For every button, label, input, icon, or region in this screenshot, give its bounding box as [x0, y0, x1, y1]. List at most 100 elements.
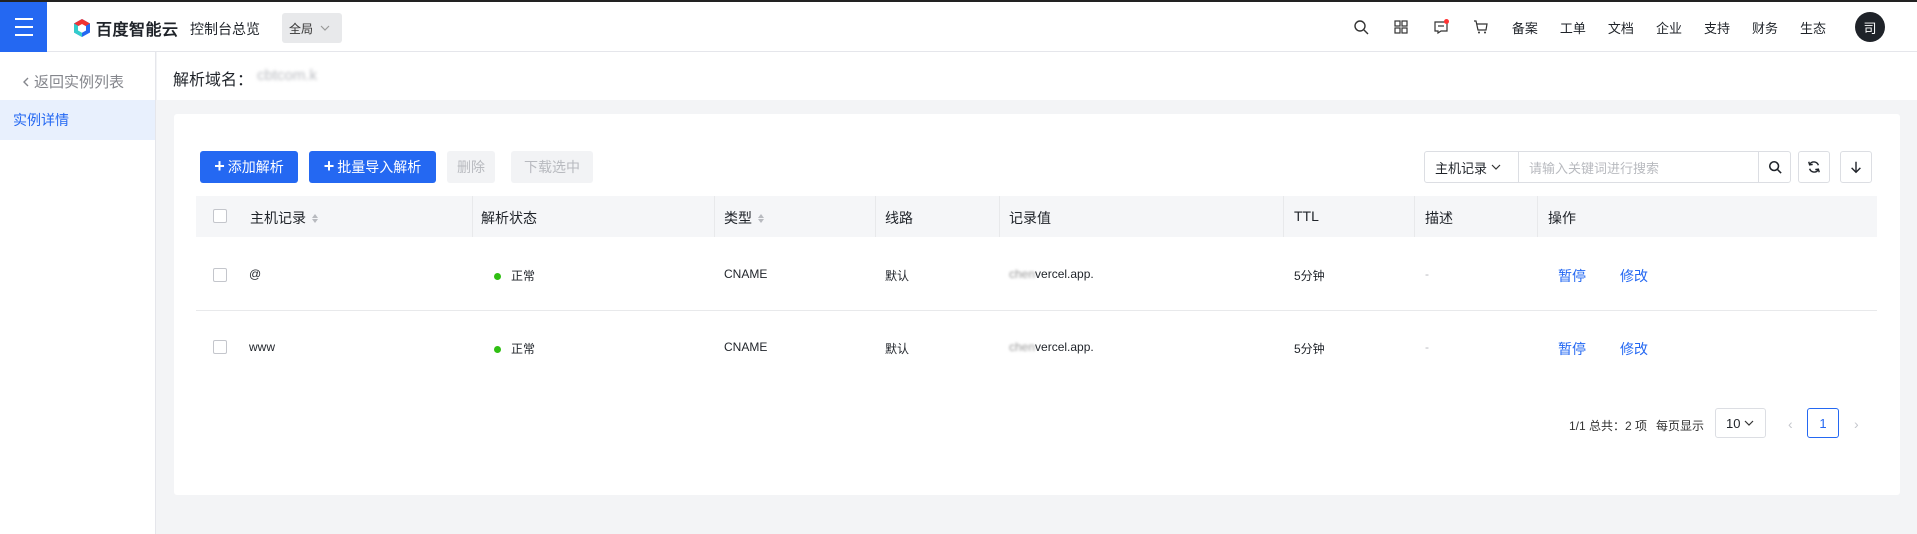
message-icon[interactable]	[1421, 2, 1461, 52]
line-cell: 默认	[885, 269, 910, 283]
status-dot	[494, 346, 501, 354]
column-header-label: 类型	[724, 210, 752, 226]
column-header-host[interactable]: 主机记录	[250, 208, 318, 228]
column-header-description: 描述	[1425, 208, 1453, 228]
nav-link-enterprise[interactable]: 企业	[1645, 18, 1693, 37]
dns-records-table: 主机记录 解析状态 类型 线路 记录值 TTL 描述 操作 @ 正常 CNAME…	[196, 196, 1877, 385]
nav-link-ecosystem[interactable]: 生态	[1789, 18, 1837, 37]
ttl-cell: 5分钟	[1294, 342, 1325, 356]
search-field-select[interactable]: 主机记录	[1425, 152, 1519, 182]
column-header-actions: 操作	[1548, 208, 1576, 228]
per-page-label: 每页显示	[1656, 419, 1705, 433]
host-cell: @	[249, 267, 262, 281]
page-number-button[interactable]: 1	[1807, 408, 1839, 438]
status-label: 正常	[511, 342, 536, 356]
search-icon[interactable]	[1341, 2, 1381, 52]
table-header: 主机记录 解析状态 类型 线路 记录值 TTL 描述 操作	[196, 196, 1877, 237]
sort-icon	[312, 213, 318, 223]
value-hidden: chen	[1009, 340, 1036, 354]
column-header-status: 解析状态	[481, 208, 537, 228]
description-cell: -	[1425, 340, 1429, 354]
search-button[interactable]	[1758, 152, 1790, 182]
refresh-icon	[1808, 161, 1820, 173]
nav-link-finance[interactable]: 财务	[1741, 18, 1789, 37]
type-cell: CNAME	[724, 340, 768, 354]
pause-link[interactable]: 暂停	[1558, 339, 1586, 359]
type-cell: CNAME	[724, 267, 768, 281]
domain-value: cbtcom.k	[257, 67, 318, 84]
nav-link-ticket[interactable]: 工单	[1549, 18, 1597, 37]
arrow-down-icon	[1851, 161, 1861, 174]
value-hidden: chen	[1009, 267, 1036, 281]
add-record-button[interactable]: + 添加解析	[200, 151, 298, 183]
sort-icon	[758, 213, 764, 223]
plus-icon: +	[323, 156, 335, 176]
region-select[interactable]: 全局	[282, 13, 342, 43]
table-row: www 正常 CNAME 默认 chenvercel.app. 5分钟 - 暂停…	[196, 311, 1877, 385]
value-text: vercel.app.	[1035, 267, 1094, 281]
value-cell: chenvercel.app.	[1009, 340, 1094, 354]
status-dot	[494, 273, 501, 281]
column-header-label: 描述	[1425, 210, 1453, 226]
search-field-label: 主机记录	[1435, 160, 1488, 176]
column-header-type[interactable]: 类型	[724, 208, 764, 228]
row-checkbox[interactable]	[213, 340, 227, 354]
value-cell: chenvercel.app.	[1009, 267, 1094, 281]
baidu-cloud-logo-icon	[74, 19, 90, 37]
delete-button[interactable]: 删除	[447, 151, 495, 183]
prev-page-icon[interactable]: ‹	[1788, 416, 1793, 432]
column-header-value: 记录值	[1009, 208, 1051, 228]
row-checkbox[interactable]	[213, 268, 227, 282]
hamburger-icon	[14, 15, 33, 39]
value-text: vercel.app.	[1035, 340, 1094, 354]
add-record-label: 添加解析	[227, 159, 284, 175]
nav-link-record[interactable]: 备案	[1501, 18, 1549, 37]
bulk-import-label: 批量导入解析	[337, 159, 422, 175]
dns-records-card: + 添加解析 + 批量导入解析 删除 下载选中 主机记录 请输入关键词进行搜索 …	[174, 114, 1900, 495]
download-button[interactable]	[1840, 151, 1872, 183]
column-header-line: 线路	[885, 208, 913, 228]
column-header-ttl: TTL	[1294, 208, 1319, 224]
column-header-label: 记录值	[1009, 210, 1051, 226]
select-all-checkbox[interactable]	[213, 209, 227, 223]
notification-dot	[1443, 19, 1449, 24]
back-to-instance-list-link[interactable]: 返回实例列表	[22, 71, 124, 92]
chevron-down-icon	[1491, 164, 1501, 170]
status-cell: 正常	[494, 267, 535, 284]
brand-logo[interactable]: 百度智能云	[72, 16, 179, 40]
brand-name: 百度智能云	[96, 22, 179, 39]
search-icon	[1768, 160, 1782, 174]
line-cell: 默认	[885, 342, 910, 356]
next-page-icon[interactable]: ›	[1854, 416, 1859, 432]
column-header-label: 操作	[1548, 210, 1576, 226]
host-cell: www	[249, 340, 275, 354]
description-cell: -	[1425, 267, 1429, 281]
column-header-label: 线路	[885, 210, 913, 226]
refresh-button[interactable]	[1798, 151, 1830, 183]
edit-link[interactable]: 修改	[1620, 266, 1648, 286]
nav-link-support[interactable]: 支持	[1693, 18, 1741, 37]
console-overview-link[interactable]: 控制台总览	[190, 19, 260, 39]
search-bar: 主机记录 请输入关键词进行搜索	[1424, 151, 1791, 183]
column-header-label: TTL	[1294, 208, 1319, 224]
menu-button[interactable]	[0, 2, 47, 52]
download-selected-button[interactable]: 下载选中	[511, 151, 593, 183]
pagination-summary: 1/1 总共：2 项	[1569, 419, 1648, 433]
pause-link[interactable]: 暂停	[1558, 266, 1586, 286]
cart-icon[interactable]	[1461, 2, 1501, 52]
status-cell: 正常	[494, 340, 535, 357]
bulk-import-button[interactable]: + 批量导入解析	[309, 151, 436, 183]
sidebar-item-label: 实例详情	[13, 112, 69, 128]
search-input[interactable]: 请输入关键词进行搜索	[1519, 152, 1758, 182]
domain-label: 解析域名：	[173, 72, 254, 89]
column-header-label: 解析状态	[481, 210, 537, 226]
chevron-down-icon	[320, 25, 330, 31]
column-header-label: 主机记录	[250, 210, 306, 226]
nav-link-docs[interactable]: 文档	[1597, 18, 1645, 37]
page-size-select[interactable]: 10	[1715, 408, 1766, 438]
apps-grid-icon[interactable]	[1381, 2, 1421, 52]
chevron-left-icon	[23, 77, 29, 86]
avatar[interactable]: 司	[1855, 12, 1885, 42]
sidebar-item-instance-details[interactable]: 实例详情	[0, 100, 155, 140]
edit-link[interactable]: 修改	[1620, 339, 1648, 359]
